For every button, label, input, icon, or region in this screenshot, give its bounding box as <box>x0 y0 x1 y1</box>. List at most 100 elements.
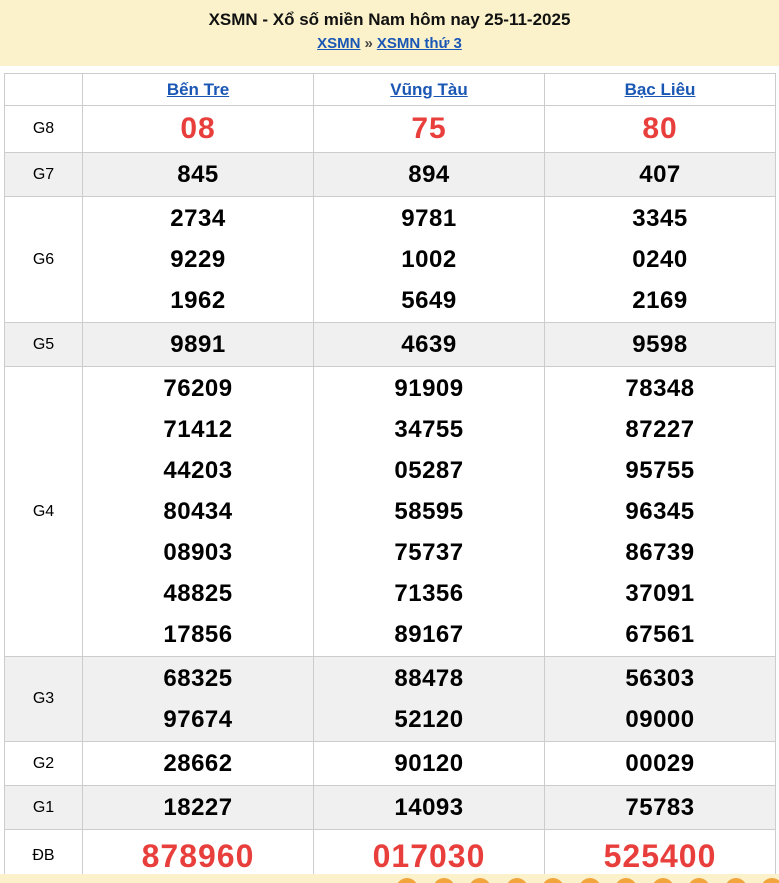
prize-number: 48825 <box>83 573 313 614</box>
prize-label: G7 <box>5 153 83 197</box>
prize-row-G3: G3683259767488478521205630309000 <box>5 657 776 742</box>
prize-row-G4: G476209714124420380434089034882517856919… <box>5 367 776 657</box>
lotto-ball-icon <box>542 878 564 883</box>
prize-cell: 5630309000 <box>545 657 776 742</box>
prize-number: 407 <box>545 154 775 195</box>
prize-number: 17856 <box>83 614 313 655</box>
prize-number: 97674 <box>83 699 313 740</box>
prize-number: 78348 <box>545 368 775 409</box>
prize-cell: 76209714124420380434089034882517856 <box>83 367 314 657</box>
prize-label: G1 <box>5 786 83 830</box>
prize-number: 34755 <box>314 409 544 450</box>
page: XSMN - Xổ số miền Nam hôm nay 25-11-2025… <box>0 0 779 883</box>
prize-number: 5649 <box>314 280 544 321</box>
prize-number: 2169 <box>545 280 775 321</box>
prize-number: 9781 <box>314 198 544 239</box>
prize-number: 0240 <box>545 239 775 280</box>
prize-number: 2734 <box>83 198 313 239</box>
prize-cell: 9891 <box>83 323 314 367</box>
prize-cell: 80 <box>545 106 776 153</box>
breadcrumb: XSMN»XSMN thứ 3 <box>0 34 779 54</box>
prize-number: 76209 <box>83 368 313 409</box>
prize-number: 67561 <box>545 614 775 655</box>
prize-number: 9229 <box>83 239 313 280</box>
prize-number: 89167 <box>314 614 544 655</box>
masthead: XSMN - Xổ số miền Nam hôm nay 25-11-2025… <box>0 0 779 66</box>
lotto-ball-icon <box>579 878 601 883</box>
prize-label: G8 <box>5 106 83 153</box>
prize-number: 845 <box>83 154 313 195</box>
breadcrumb-link-xsmn[interactable]: XSMN <box>317 35 360 52</box>
prize-cell: 407 <box>545 153 776 197</box>
prize-number: 88478 <box>314 658 544 699</box>
prize-number: 14093 <box>314 787 544 828</box>
prize-cell: 14093 <box>314 786 545 830</box>
lotto-ball-icon <box>761 878 779 883</box>
prize-number: 68325 <box>83 658 313 699</box>
prize-cell: 8847852120 <box>314 657 545 742</box>
prize-cell: 894 <box>314 153 545 197</box>
prize-number: 08 <box>83 107 313 151</box>
prize-number: 58595 <box>314 491 544 532</box>
breadcrumb-separator: » <box>360 35 376 52</box>
prize-number: 52120 <box>314 699 544 740</box>
province-link-1[interactable]: Bến Tre <box>167 80 229 99</box>
prize-number: 71412 <box>83 409 313 450</box>
prize-number: 56303 <box>545 658 775 699</box>
prize-number: 90120 <box>314 743 544 784</box>
prize-number: 75783 <box>545 787 775 828</box>
prize-cell: 91909347550528758595757377135689167 <box>314 367 545 657</box>
prize-number: 87227 <box>545 409 775 450</box>
prize-number: 44203 <box>83 450 313 491</box>
prize-label: G6 <box>5 197 83 323</box>
empty-corner-cell <box>5 74 83 106</box>
prize-label: G4 <box>5 367 83 657</box>
prize-number: 86739 <box>545 532 775 573</box>
prize-cell: 9598 <box>545 323 776 367</box>
province-link-3[interactable]: Bạc Liêu <box>625 80 696 99</box>
prize-cell: 08 <box>83 106 314 153</box>
page-title: XSMN - Xổ số miền Nam hôm nay 25-11-2025 <box>0 9 779 31</box>
prize-number: 4639 <box>314 324 544 365</box>
prize-row-G7: G7845894407 <box>5 153 776 197</box>
prize-label: G2 <box>5 742 83 786</box>
lotto-ball-icon <box>615 878 637 883</box>
footer-lotto-ball-strip <box>0 874 779 883</box>
prize-label: G3 <box>5 657 83 742</box>
prize-number: 894 <box>314 154 544 195</box>
prize-number: 75 <box>314 107 544 151</box>
lotto-ball-icon <box>396 878 418 883</box>
prize-cell: 75783 <box>545 786 776 830</box>
province-link-2[interactable]: Vũng Tàu <box>390 80 467 99</box>
lotto-ball-icon <box>688 878 710 883</box>
prize-cell: 334502402169 <box>545 197 776 323</box>
prize-number: 28662 <box>83 743 313 784</box>
prize-cell: 78348872279575596345867393709167561 <box>545 367 776 657</box>
prize-cell: 00029 <box>545 742 776 786</box>
prize-label: G5 <box>5 323 83 367</box>
prize-number: 09000 <box>545 699 775 740</box>
prize-row-G5: G5989146399598 <box>5 323 776 367</box>
prize-cell: 75 <box>314 106 545 153</box>
prize-number: 37091 <box>545 573 775 614</box>
lotto-ball-icon <box>469 878 491 883</box>
lotto-ball-icon <box>725 878 747 883</box>
prize-row-G6: G6273492291962978110025649334502402169 <box>5 197 776 323</box>
prize-number: 91909 <box>314 368 544 409</box>
province-header: Bạc Liêu <box>545 74 776 106</box>
results-table: Bến TreVũng TàuBạc Liêu G8087580G7845894… <box>4 73 776 883</box>
prize-number: 80434 <box>83 491 313 532</box>
province-header: Bến Tre <box>83 74 314 106</box>
prize-number: 9891 <box>83 324 313 365</box>
breadcrumb-link-current[interactable]: XSMN thứ 3 <box>377 35 462 52</box>
prize-cell: 90120 <box>314 742 545 786</box>
prize-cell: 18227 <box>83 786 314 830</box>
prize-cell: 4639 <box>314 323 545 367</box>
province-header-row: Bến Tre Vũng Tàu Bạc Liêu <box>5 74 776 106</box>
prize-cell: 273492291962 <box>83 197 314 323</box>
prize-number: 95755 <box>545 450 775 491</box>
prize-number: 80 <box>545 107 775 151</box>
prize-number: 9598 <box>545 324 775 365</box>
prize-number: 96345 <box>545 491 775 532</box>
prize-number: 1962 <box>83 280 313 321</box>
